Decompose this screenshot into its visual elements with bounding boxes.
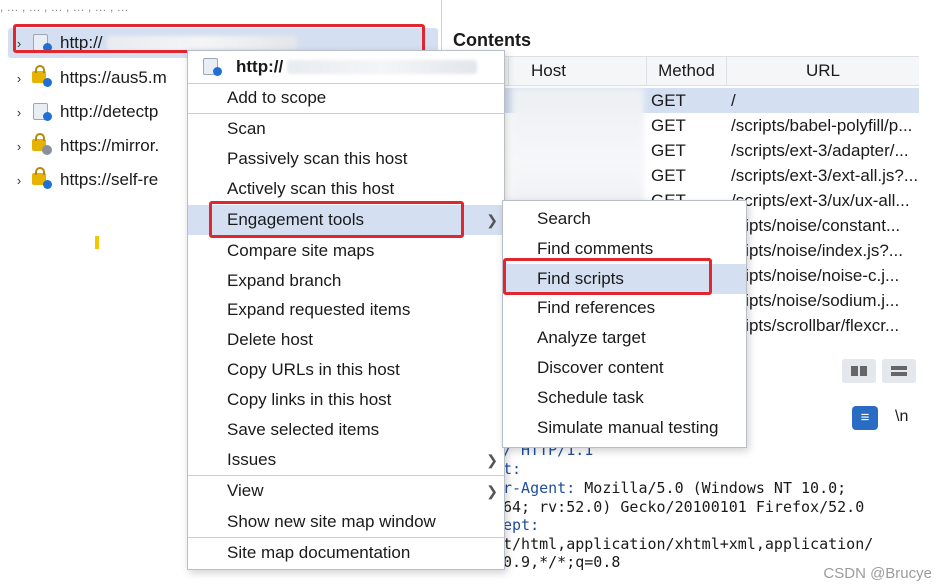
cell-url: cripts/noise/constant... <box>731 216 901 235</box>
menu-item-issues[interactable]: Issues ❯ <box>188 445 504 475</box>
menu-item-add-to-scope[interactable]: Add to scope <box>188 83 504 113</box>
chevron-right-icon[interactable]: › <box>8 173 30 188</box>
request-line: 0.9,*/*;q=0.8 <box>503 553 621 571</box>
cell-url: cripts/noise/noise-c.j... <box>731 266 900 285</box>
contents-title: Contents <box>453 30 531 50</box>
menu-item-documentation[interactable]: Site map documentation <box>188 538 504 568</box>
column-header-host[interactable]: Host <box>508 56 646 86</box>
menu-item-copy-links[interactable]: Copy links in this host <box>188 385 504 415</box>
request-line: 64; rv:52.0) Gecko/20100101 Firefox/52.0 <box>503 498 865 516</box>
menu-item-new-site-map-window[interactable]: Show new site map window <box>188 507 504 537</box>
cell-url: / <box>731 91 736 110</box>
menu-item-engagement-tools[interactable]: Engagement tools ❯ <box>188 205 504 235</box>
page-icon <box>30 101 54 123</box>
layout-toggle <box>842 359 916 383</box>
submenu-item-find-references[interactable]: Find references <box>503 293 746 323</box>
submenu-item-search[interactable]: Search <box>503 204 746 234</box>
request-line: t/html,application/xhtml+xml,application… <box>503 535 874 553</box>
page-icon <box>200 56 224 78</box>
chevron-right-icon[interactable]: › <box>8 71 30 86</box>
cell-method: GET <box>651 141 686 160</box>
cell-method: GET <box>651 116 686 135</box>
context-menu: http:// Add to scope Scan Passively scan… <box>187 50 505 570</box>
split-view-icon[interactable] <box>842 359 876 383</box>
submenu-item-analyze-target[interactable]: Analyze target <box>503 323 746 353</box>
submenu-item-schedule-task[interactable]: Schedule task <box>503 383 746 413</box>
stacked-view-icon[interactable] <box>882 359 916 383</box>
lock-icon <box>30 133 54 157</box>
request-line: ept: <box>503 516 540 534</box>
tree-node-label: https://aus5.m <box>60 68 167 87</box>
lock-icon <box>30 167 54 191</box>
watermark: CSDN @Brucye <box>823 565 932 582</box>
context-menu-host: http:// <box>236 57 284 76</box>
tree-node-label: http:// <box>60 33 103 52</box>
menu-item-expand-requested[interactable]: Expand requested items <box>188 295 504 325</box>
chevron-right-icon: ❯ <box>486 212 498 228</box>
context-menu-header: http:// <box>188 51 504 83</box>
submenu-item-find-comments[interactable]: Find comments <box>503 234 746 264</box>
cell-url: /scripts/babel-polyfill/p... <box>731 116 913 135</box>
cell-url: cripts/scrollbar/flexcr... <box>731 316 900 335</box>
cell-url: /scripts/ext-3/ux/ux-all... <box>731 191 910 210</box>
engagement-tools-submenu: Search Find comments Find scripts Find r… <box>502 200 747 448</box>
cell-url: cripts/noise/index.js?... <box>731 241 903 260</box>
redacted-host <box>287 60 478 74</box>
menu-item-scan[interactable]: Scan <box>188 114 504 144</box>
chevron-right-icon: ❯ <box>486 452 498 468</box>
tree-top-fragment: , … , … , … , … , … , … <box>0 0 129 14</box>
lock-icon <box>30 65 54 89</box>
show-newlines-button[interactable]: \n <box>895 408 908 426</box>
request-line: r-Agent: Mozilla/5.0 (Windows NT 10.0; <box>503 479 847 497</box>
tree-node-label: http://detectp <box>60 102 159 121</box>
text-cursor-mark <box>95 236 99 249</box>
cell-method: GET <box>651 166 686 185</box>
menu-item-delete-host[interactable]: Delete host <box>188 325 504 355</box>
redacted-host <box>106 36 297 50</box>
menu-item-copy-urls[interactable]: Copy URLs in this host <box>188 355 504 385</box>
request-line: t: <box>503 460 522 478</box>
menu-item-save-selected[interactable]: Save selected items <box>188 415 504 445</box>
page-icon <box>30 32 54 54</box>
menu-item-active-scan[interactable]: Actively scan this host <box>188 174 504 204</box>
menu-item-expand-branch[interactable]: Expand branch <box>188 266 504 296</box>
chevron-right-icon: ❯ <box>486 483 498 499</box>
cell-method: GET <box>651 91 686 110</box>
column-header-url[interactable]: URL <box>726 56 919 86</box>
cell-url: /scripts/ext-3/ext-all.js?... <box>731 166 919 185</box>
menu-item-passive-scan[interactable]: Passively scan this host <box>188 144 504 174</box>
menu-item-compare-site-maps[interactable]: Compare site maps <box>188 236 504 266</box>
chevron-right-icon[interactable]: › <box>8 36 30 51</box>
submenu-item-simulate-manual-testing[interactable]: Simulate manual testing <box>503 413 746 443</box>
submenu-item-discover-content[interactable]: Discover content <box>503 353 746 383</box>
column-header-method[interactable]: Method <box>646 56 726 86</box>
menu-item-view[interactable]: View ❯ <box>188 476 504 506</box>
submenu-item-find-scripts[interactable]: Find scripts <box>503 264 746 294</box>
chevron-right-icon[interactable]: › <box>8 139 30 154</box>
wrap-lines-icon[interactable]: ≡ <box>852 406 878 430</box>
chevron-right-icon[interactable]: › <box>8 105 30 120</box>
cell-url: /scripts/ext-3/adapter/... <box>731 141 909 160</box>
tree-node-label: https://self-re <box>60 170 159 189</box>
tree-node-label: https://mirror. <box>60 136 160 155</box>
cell-url: cripts/noise/sodium.j... <box>731 291 900 310</box>
